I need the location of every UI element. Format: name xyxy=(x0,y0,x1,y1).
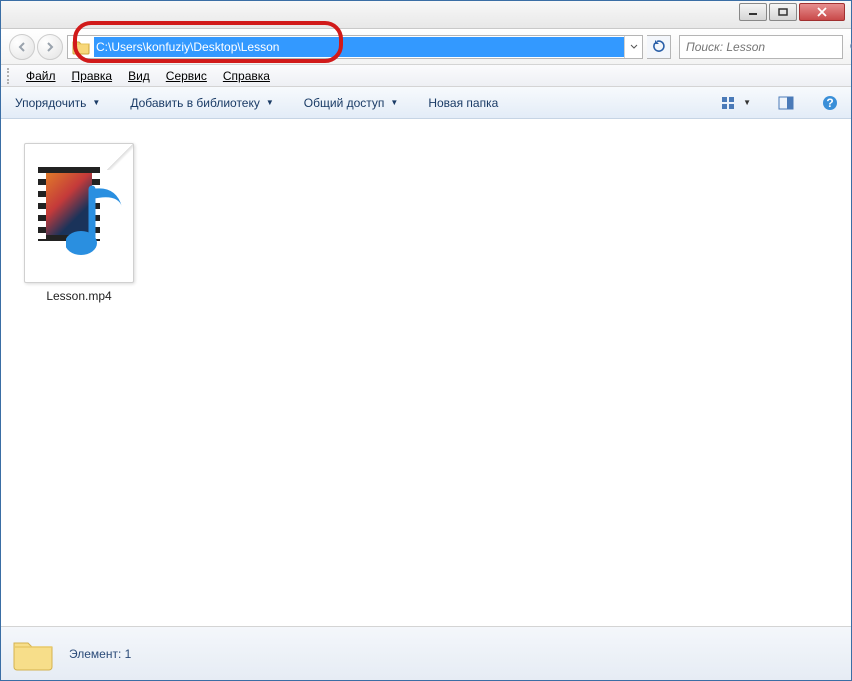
maximize-button[interactable] xyxy=(769,3,797,21)
file-thumbnail xyxy=(24,143,134,283)
status-bar: Элемент: 1 xyxy=(1,626,851,680)
file-item[interactable]: Lesson.mp4 xyxy=(19,137,139,309)
menu-file[interactable]: Файл xyxy=(19,67,63,85)
preview-pane-button[interactable] xyxy=(773,91,799,115)
view-mode-button[interactable]: ▼ xyxy=(717,91,755,115)
explorer-window: C:\Users\konfuziy\Desktop\Lesson Файл Пр… xyxy=(0,0,852,681)
chevron-down-icon: ▼ xyxy=(390,98,398,107)
music-note-icon xyxy=(66,181,136,267)
toolbar: Упорядочить▼ Добавить в библиотеку▼ Общи… xyxy=(1,87,851,119)
menu-view[interactable]: Вид xyxy=(121,67,157,85)
back-button[interactable] xyxy=(9,34,35,60)
menu-tools[interactable]: Сервис xyxy=(159,67,214,85)
close-button[interactable] xyxy=(799,3,845,21)
preview-pane-icon xyxy=(778,96,794,110)
folder-icon xyxy=(11,635,55,673)
new-folder-button[interactable]: Новая папка xyxy=(422,93,504,113)
chevron-down-icon: ▼ xyxy=(266,98,274,107)
address-bar[interactable]: C:\Users\konfuziy\Desktop\Lesson xyxy=(67,35,643,59)
file-pane[interactable]: Lesson.mp4 xyxy=(1,119,851,626)
add-library-button[interactable]: Добавить в библиотеку▼ xyxy=(124,93,279,113)
share-button[interactable]: Общий доступ▼ xyxy=(298,93,405,113)
address-path[interactable]: C:\Users\konfuziy\Desktop\Lesson xyxy=(94,37,624,57)
folder-icon xyxy=(72,39,90,55)
view-icon xyxy=(721,96,735,110)
organize-button[interactable]: Упорядочить▼ xyxy=(9,93,106,113)
chevron-down-icon: ▼ xyxy=(92,98,100,107)
navigation-row: C:\Users\konfuziy\Desktop\Lesson xyxy=(1,29,851,65)
svg-text:?: ? xyxy=(826,96,833,110)
refresh-button[interactable] xyxy=(647,35,671,59)
file-label: Lesson.mp4 xyxy=(46,289,111,303)
menu-grip xyxy=(7,68,13,84)
search-box[interactable] xyxy=(679,35,843,59)
status-text: Элемент: 1 xyxy=(69,647,131,661)
minimize-button[interactable] xyxy=(739,3,767,21)
menu-bar: Файл Правка Вид Сервис Справка xyxy=(1,65,851,87)
search-input[interactable] xyxy=(680,40,849,54)
menu-edit[interactable]: Правка xyxy=(65,67,120,85)
menu-help[interactable]: Справка xyxy=(216,67,277,85)
nav-buttons xyxy=(9,34,63,60)
address-dropdown-button[interactable] xyxy=(624,36,642,58)
chevron-down-icon: ▼ xyxy=(743,98,751,107)
help-icon: ? xyxy=(822,95,838,111)
forward-button[interactable] xyxy=(37,34,63,60)
title-bar xyxy=(1,1,851,29)
help-button[interactable]: ? xyxy=(817,91,843,115)
